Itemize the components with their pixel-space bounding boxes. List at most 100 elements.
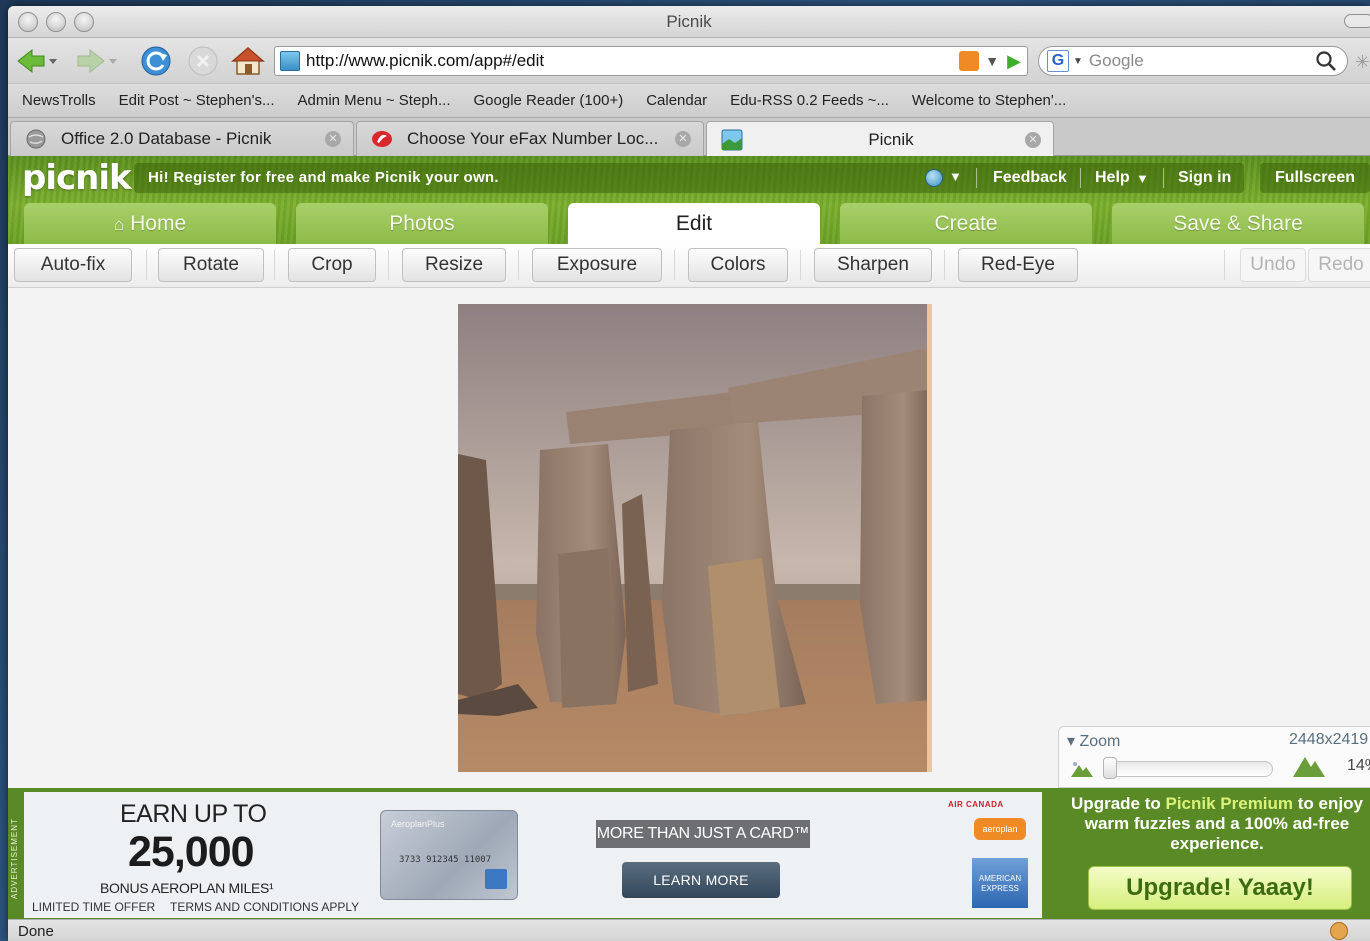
help-dropdown-icon[interactable]: ▼ (1136, 171, 1149, 186)
zoom-slider-thumb[interactable] (1103, 757, 1117, 779)
sharpen-button[interactable]: Sharpen (814, 248, 932, 282)
header-divider (976, 168, 977, 188)
zoom-toggle[interactable]: ▾ Zoom (1067, 731, 1120, 751)
rss-feed-icon[interactable] (959, 51, 980, 71)
help-link[interactable]: Help (1095, 169, 1130, 187)
american-express-logo: AMERICAN EXPRESS (972, 858, 1028, 908)
tab-photos[interactable]: Photos (296, 203, 548, 244)
undo-button[interactable]: Undo (1240, 248, 1306, 282)
forward-button[interactable] (74, 46, 118, 76)
tab-label: Choose Your eFax Number Loc... (407, 129, 659, 148)
zoom-in-mountain-icon[interactable] (1293, 753, 1325, 777)
toolbar-divider (1224, 250, 1225, 280)
url-bar[interactable]: http://www.picnik.com/app#/edit ▼ ▶ (274, 46, 1028, 76)
home-button[interactable] (230, 46, 266, 76)
redo-button[interactable]: Redo (1308, 248, 1370, 282)
tab-close-icon[interactable]: ✕ (675, 131, 691, 147)
red-eye-button[interactable]: Red-Eye (958, 248, 1078, 282)
zoom-slider-track[interactable] (1105, 761, 1273, 777)
tab-office-database[interactable]: Office 2.0 Database - Picnik ✕ (10, 121, 354, 156)
tab-picnik[interactable]: Picnik ✕ (706, 121, 1054, 157)
auto-fix-button[interactable]: Auto-fix (14, 248, 132, 282)
back-arrow-icon (17, 48, 57, 74)
site-favicon-icon (280, 51, 300, 71)
tab-edit[interactable]: Edit (568, 203, 820, 245)
greeting-text[interactable]: Hi! Register for free and make Picnik yo… (148, 169, 499, 186)
tab-efax[interactable]: Choose Your eFax Number Loc... ✕ (356, 121, 704, 156)
efax-favicon-icon (372, 131, 392, 147)
zoom-percent: 14% (1347, 757, 1370, 774)
header-divider (1163, 168, 1164, 188)
stop-button[interactable] (186, 46, 220, 76)
tab-close-icon[interactable]: ✕ (325, 131, 341, 147)
url-history-dropdown-icon[interactable]: ▼ (985, 53, 999, 69)
google-icon[interactable]: G (1047, 50, 1069, 72)
aeroplan-ad-banner[interactable]: EARN UP TO 25,000 BONUS AEROPLAN MILES¹ … (24, 792, 1042, 918)
feedback-link[interactable]: Feedback (993, 169, 1067, 187)
language-dropdown-icon[interactable]: ▼ (949, 169, 962, 184)
search-icon[interactable] (1315, 50, 1337, 72)
tab-home[interactable]: ⌂ Home (24, 203, 276, 244)
forward-arrow-icon (77, 48, 117, 74)
window-title: Picnik (666, 12, 712, 31)
stonehenge-photo[interactable] (458, 304, 932, 772)
stop-icon (188, 46, 218, 76)
bookmark-item[interactable]: Edit Post ~ Stephen's... (119, 92, 275, 109)
toolbar-divider (800, 250, 801, 280)
picnik-logo[interactable]: picnik (22, 158, 132, 198)
bookmark-item[interactable]: Welcome to Stephen'... (912, 92, 1066, 109)
search-input[interactable]: Google (1089, 51, 1315, 71)
toolbar-divider (944, 250, 945, 280)
tab-save-share[interactable]: Save & Share (1112, 203, 1364, 244)
tab-home-label: Home (130, 212, 187, 235)
bookmarks-bar: NewsTrolls Edit Post ~ Stephen's... Admi… (8, 84, 1370, 118)
rotate-button[interactable]: Rotate (158, 248, 264, 282)
fullscreen-button[interactable]: Fullscreen (1260, 163, 1370, 193)
tab-create[interactable]: Create (840, 203, 1092, 244)
search-engine-dropdown-icon[interactable]: ▼ (1073, 56, 1083, 67)
browser-window: Picnik http://www.picnik.com/app#/edit ▼… (8, 6, 1370, 941)
tab-label: Picnik (868, 129, 914, 149)
air-canada-logo: AIR CANADA (948, 800, 1004, 809)
crop-button[interactable]: Crop (288, 248, 376, 282)
picnik-premium-link[interactable]: Picnik Premium (1165, 794, 1293, 813)
upgrade-button[interactable]: Upgrade! Yaaay! (1088, 866, 1352, 910)
search-bar[interactable]: G ▼ Google (1038, 46, 1348, 76)
aeroplan-logo: aeroplan (974, 818, 1026, 840)
go-icon[interactable]: ▶ (1007, 51, 1021, 72)
edit-toolbar: Auto-fix Rotate Crop Resize Exposure Col… (8, 244, 1370, 288)
tab-label: Office 2.0 Database - Picnik (61, 129, 272, 148)
bookmark-item[interactable]: Google Reader (100+) (474, 92, 624, 109)
toolbar-toggle-button[interactable] (1344, 14, 1370, 28)
home-icon: ⌂ (113, 215, 125, 234)
bookmark-item[interactable]: NewsTrolls (22, 92, 96, 109)
url-text[interactable]: http://www.picnik.com/app#/edit (306, 51, 959, 71)
amex-logo-icon (485, 869, 507, 889)
zoom-out-mountain-icon[interactable] (1071, 759, 1093, 777)
bookmark-item[interactable]: Edu-RSS 0.2 Feeds ~... (730, 92, 889, 109)
reload-icon (141, 46, 171, 76)
credit-card-image: AeroplanPlus 3733 912345 11007 (380, 810, 518, 900)
colors-button[interactable]: Colors (688, 248, 788, 282)
bookmark-item[interactable]: Calendar (646, 92, 707, 109)
toolbar-divider (518, 250, 519, 280)
ad-tagline: MORE THAN JUST A CARD™ (596, 820, 810, 848)
image-dimensions: 2448x2419 (1289, 731, 1369, 748)
language-globe-icon[interactable] (925, 169, 943, 187)
home-icon (231, 47, 265, 75)
reload-button[interactable] (138, 46, 174, 76)
photo-canvas: ▾ Zoom 2448x2419 14% (8, 288, 1370, 788)
resize-button[interactable]: Resize (402, 248, 506, 282)
back-button[interactable] (14, 46, 58, 76)
ad-miles-number: 25,000 (128, 828, 255, 876)
learn-more-button[interactable]: LEARN MORE (622, 862, 780, 898)
ad-bonus-text: BONUS AEROPLAN MILES¹ (100, 880, 274, 896)
bookmark-item[interactable]: Admin Menu ~ Steph... (298, 92, 451, 109)
tab-close-icon[interactable]: ✕ (1025, 131, 1041, 148)
exposure-button[interactable]: Exposure (532, 248, 662, 282)
ad-terms-text: TERMS AND CONDITIONS APPLY (170, 900, 360, 914)
extension-status-icon[interactable] (1330, 922, 1348, 940)
card-number-text: 3733 912345 11007 (399, 855, 492, 865)
sign-in-link[interactable]: Sign in (1178, 169, 1231, 187)
advertisement-label: ADVERTISEMENT (10, 818, 19, 900)
